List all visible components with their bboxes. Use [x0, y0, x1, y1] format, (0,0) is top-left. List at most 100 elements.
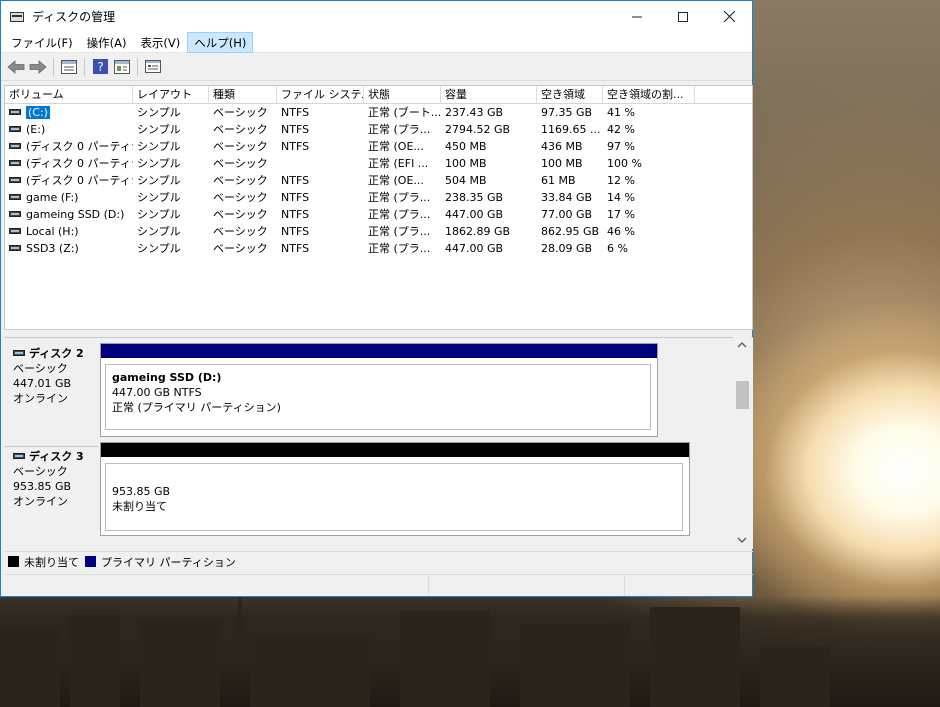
- disk-3-label[interactable]: ディスク 3 ベーシック 953.85 GB オンライン: [4, 446, 98, 536]
- partition-size: 953.85 GB: [112, 485, 171, 498]
- volume-cell: (ディスク 0 パーティシ...: [5, 138, 133, 155]
- column-free-percent[interactable]: 空き領域の割...: [603, 86, 695, 104]
- volume-name: game (F:): [26, 191, 79, 204]
- city-skyline: [0, 596, 940, 707]
- partition-details: 953.85 GB 未割り当て: [105, 463, 683, 531]
- volume-name: SSD3 (Z:): [26, 242, 79, 255]
- layout-cell: シンプル: [137, 191, 181, 204]
- free-cell: 33.84 GB: [541, 191, 593, 204]
- free-cell: 1169.65 ...: [541, 123, 601, 136]
- table-row[interactable]: (ディスク 0 パーティシ... シンプル ベーシック NTFS 正常 (OE.…: [5, 172, 752, 189]
- fs-cell: NTFS: [281, 123, 310, 136]
- free-cell: 28.09 GB: [541, 242, 593, 255]
- close-button[interactable]: [706, 1, 752, 32]
- partition-details: gameing SSD (D:) 447.00 GB NTFS 正常 (プライマ…: [105, 364, 651, 430]
- status-pane: [625, 576, 751, 596]
- disk-3-partition[interactable]: 953.85 GB 未割り当て: [100, 442, 690, 536]
- menu-file[interactable]: ファイル(F): [4, 32, 80, 53]
- capacity-cell: 2794.52 GB: [445, 123, 511, 136]
- close-icon: [723, 11, 735, 22]
- fs-cell: NTFS: [281, 225, 310, 238]
- free-cell: 97.35 GB: [541, 106, 593, 119]
- legend: 未割り当て プライマリ パーティション: [4, 551, 753, 571]
- console-tree-button[interactable]: [111, 56, 133, 78]
- properties-button[interactable]: [58, 56, 80, 78]
- volume-name: (ディスク 0 パーティシ...: [26, 157, 133, 170]
- drive-icon: [9, 245, 21, 251]
- fs-cell: NTFS: [281, 242, 310, 255]
- free-percent-cell: 100 %: [607, 157, 642, 170]
- table-row[interactable]: Local (H:) シンプル ベーシック NTFS 正常 (プラ... 186…: [5, 223, 752, 240]
- column-file-system[interactable]: ファイル システム: [277, 86, 364, 104]
- column-free-space[interactable]: 空き領域: [537, 86, 603, 104]
- disk-name: ディスク 2: [29, 347, 84, 360]
- console-tree-icon: [114, 59, 130, 74]
- free-percent-cell: 41 %: [607, 106, 635, 119]
- fs-cell: NTFS: [281, 174, 310, 187]
- free-percent-cell: 12 %: [607, 174, 635, 187]
- partition-color-bar: [101, 443, 689, 457]
- column-type[interactable]: 種類: [209, 86, 277, 104]
- disk-2-label[interactable]: ディスク 2 ベーシック 447.01 GB オンライン: [4, 346, 98, 436]
- layout-cell: シンプル: [137, 140, 181, 153]
- disk-kind: ベーシック: [13, 465, 68, 478]
- drive-icon: [9, 228, 21, 234]
- disk-size: 953.85 GB: [13, 480, 72, 493]
- status-cell: 正常 (プラ...: [368, 191, 431, 204]
- status-cell: 正常 (プラ...: [368, 225, 431, 238]
- maximize-button[interactable]: [660, 1, 706, 32]
- layout-cell: シンプル: [137, 123, 181, 136]
- layout-cell: シンプル: [137, 174, 181, 187]
- drive-icon: [9, 126, 21, 132]
- column-layout[interactable]: レイアウト: [133, 86, 209, 104]
- column-volume[interactable]: ボリューム: [5, 86, 133, 104]
- disk-kind: ベーシック: [13, 362, 68, 375]
- free-percent-cell: 17 %: [607, 208, 635, 221]
- status-bar: [4, 574, 753, 596]
- table-row[interactable]: (E:) シンプル ベーシック NTFS 正常 (プラ... 2794.52 G…: [5, 121, 752, 138]
- title-bar: ディスクの管理: [1, 1, 752, 32]
- disk-management-icon: [9, 10, 25, 24]
- scroll-down-icon: [737, 537, 747, 543]
- volume-cell: Local (H:): [5, 223, 133, 240]
- disk-icon: [13, 349, 25, 356]
- type-cell: ベーシック: [213, 208, 268, 221]
- settings-button[interactable]: [142, 56, 164, 78]
- volume-list-header: ボリューム レイアウト 種類 ファイル システム 状態 容量 空き領域 空き領域…: [5, 86, 752, 104]
- volume-name: gameing SSD (D:): [26, 208, 125, 221]
- back-button[interactable]: [5, 56, 27, 78]
- type-cell: ベーシック: [213, 242, 268, 255]
- column-status[interactable]: 状態: [364, 86, 441, 104]
- menu-action[interactable]: 操作(A): [80, 32, 134, 53]
- volume-cell: (ディスク 0 パーティシ...: [5, 172, 133, 189]
- table-row[interactable]: (ディスク 0 パーティシ... シンプル ベーシック NTFS 正常 (OE.…: [5, 138, 752, 155]
- forward-icon: [29, 59, 47, 74]
- forward-button[interactable]: [27, 56, 49, 78]
- menu-view[interactable]: 表示(V): [133, 32, 187, 53]
- table-row[interactable]: SSD3 (Z:) シンプル ベーシック NTFS 正常 (プラ... 447.…: [5, 240, 752, 257]
- scrollbar-thumb[interactable]: [736, 381, 749, 409]
- table-row[interactable]: gameing SSD (D:) シンプル ベーシック NTFS 正常 (プラ.…: [5, 206, 752, 223]
- layout-cell: シンプル: [137, 208, 181, 221]
- disk-map-scrollbar[interactable]: [733, 337, 751, 549]
- back-icon: [7, 59, 25, 74]
- menu-help[interactable]: ヘルプ(H): [187, 31, 254, 53]
- column-capacity[interactable]: 容量: [441, 86, 537, 104]
- volume-name: (E:): [26, 123, 46, 136]
- free-cell: 862.95 GB: [541, 225, 600, 238]
- toolbar: ?: [1, 53, 752, 81]
- type-cell: ベーシック: [213, 191, 268, 204]
- menu-bar: ファイル(F) 操作(A) 表示(V) ヘルプ(H): [1, 31, 752, 53]
- drive-icon: [9, 160, 21, 166]
- table-row[interactable]: (C:) シンプル ベーシック NTFS 正常 (ブート... 237.43 G…: [5, 104, 752, 121]
- table-row[interactable]: game (F:) シンプル ベーシック NTFS 正常 (プラ... 238.…: [5, 189, 752, 206]
- disk-2-partition[interactable]: gameing SSD (D:) 447.00 GB NTFS 正常 (プライマ…: [100, 343, 658, 437]
- legend-label-primary: プライマリ パーティション: [101, 555, 236, 569]
- table-row[interactable]: (ディスク 0 パーティシ... シンプル ベーシック 正常 (EFI ... …: [5, 155, 752, 172]
- svg-text:?: ?: [97, 60, 103, 74]
- minimize-button[interactable]: [614, 1, 660, 32]
- type-cell: ベーシック: [213, 225, 268, 238]
- help-button[interactable]: ?: [89, 56, 111, 78]
- partition-status: 未割り当て: [112, 500, 167, 513]
- volume-name: (C:): [26, 106, 50, 119]
